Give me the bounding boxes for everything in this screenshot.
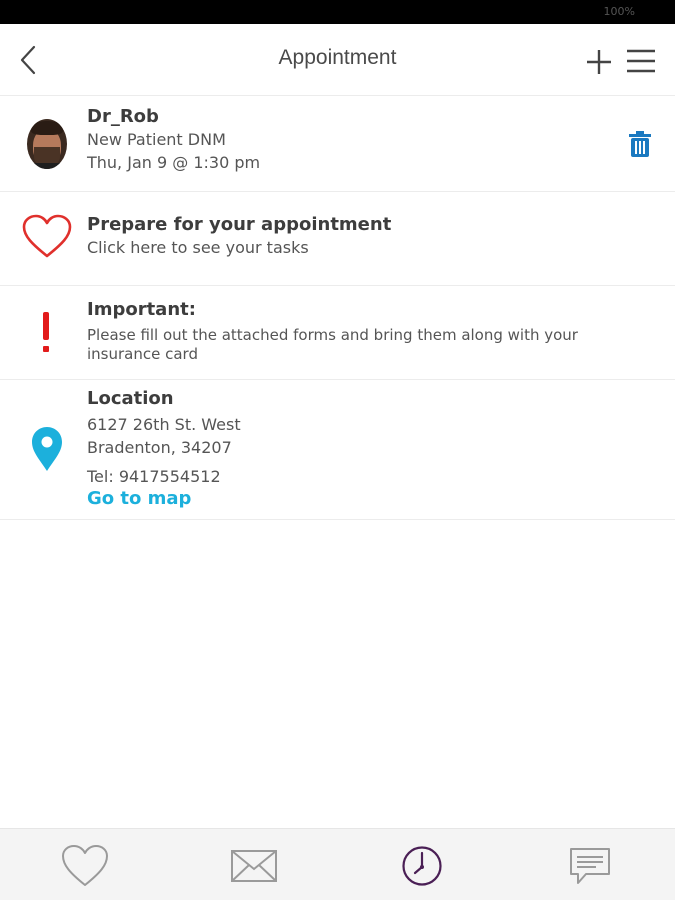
add-button[interactable] xyxy=(585,48,613,76)
doctor-name: Dr_Rob xyxy=(87,106,159,127)
nav-chat[interactable] xyxy=(560,843,620,889)
prepare-appointment-row[interactable]: Prepare for your appointment Click here … xyxy=(0,192,675,286)
envelope-icon xyxy=(231,850,277,882)
clock-icon xyxy=(402,846,442,886)
nav-appointments[interactable] xyxy=(392,843,452,889)
location-text: Location 6127 26th St. West Bradenton, 3… xyxy=(87,388,241,510)
chat-bubble-icon xyxy=(570,848,610,884)
important-notice-row: Important: Please fill out the attached … xyxy=(0,286,675,380)
important-line-1: Please fill out the attached forms and b… xyxy=(87,326,578,344)
hamburger-menu-icon xyxy=(627,49,655,73)
exclamation-icon xyxy=(43,312,49,352)
nav-health[interactable] xyxy=(55,843,115,889)
prepare-title: Prepare for your appointment xyxy=(87,214,392,235)
app-bar: Appointment xyxy=(0,24,675,96)
address-line-2: Bradenton, 34207 xyxy=(87,438,232,457)
battery-level: 100% xyxy=(603,5,635,18)
status-bar: 100% xyxy=(0,0,675,24)
plus-icon xyxy=(587,50,611,74)
bottom-navigation xyxy=(0,828,675,900)
important-title: Important: xyxy=(87,299,196,320)
appointment-datetime: Thu, Jan 9 @ 1:30 pm xyxy=(87,153,261,172)
prepare-text: Prepare for your appointment Click here … xyxy=(87,214,391,259)
menu-button[interactable] xyxy=(626,48,656,74)
heart-outline-icon xyxy=(62,845,108,886)
nav-messages[interactable] xyxy=(224,843,284,889)
doctor-avatar xyxy=(27,119,67,169)
address-line-1: 6127 26th St. West xyxy=(87,415,241,434)
phone-number[interactable]: Tel: 9417554512 xyxy=(87,465,241,488)
location-title: Location xyxy=(87,388,174,409)
prepare-subtitle: Click here to see your tasks xyxy=(87,238,309,257)
important-line-2: insurance card xyxy=(87,345,198,363)
delete-appointment-button[interactable] xyxy=(628,130,652,158)
page-title: Appointment xyxy=(278,46,397,69)
appointment-summary-row: Dr_Rob New Patient DNM Thu, Jan 9 @ 1:30… xyxy=(0,97,675,192)
visit-type: New Patient DNM xyxy=(87,130,226,149)
important-text: Important: Please fill out the attached … xyxy=(87,299,578,364)
location-row: Location 6127 26th St. West Bradenton, 3… xyxy=(0,380,675,520)
appointment-details: Dr_Rob New Patient DNM Thu, Jan 9 @ 1:30… xyxy=(87,106,260,174)
trash-icon xyxy=(629,131,651,157)
heart-icon xyxy=(22,214,72,258)
go-to-map-link[interactable]: Go to map xyxy=(87,488,241,510)
map-pin-icon xyxy=(32,427,62,471)
